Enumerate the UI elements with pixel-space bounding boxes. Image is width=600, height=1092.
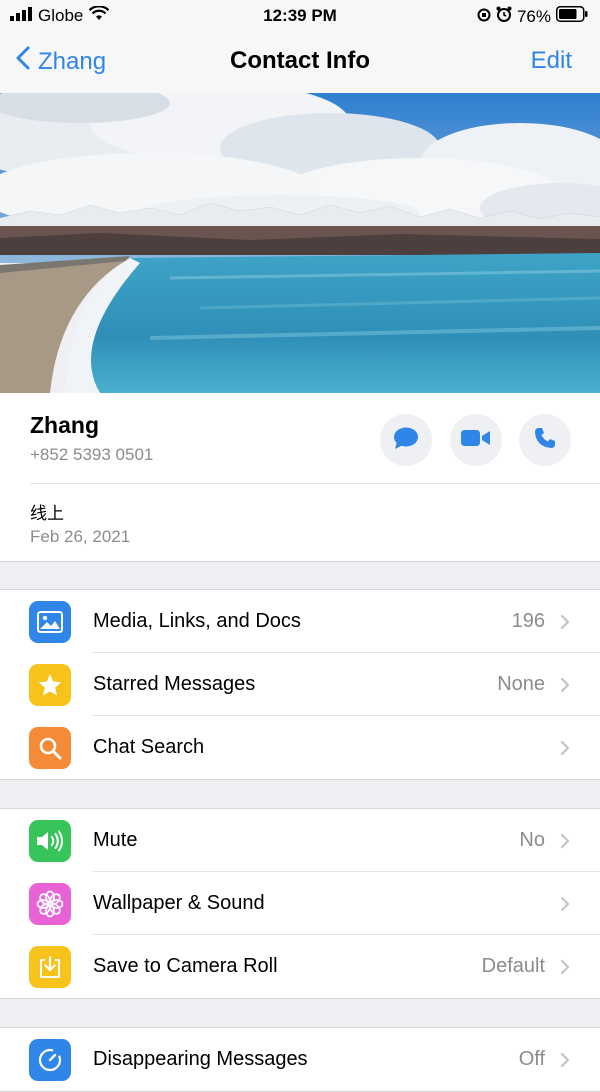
settings-group-privacy: Disappearing Messages Off [0, 1027, 600, 1092]
phone-icon [533, 426, 557, 455]
settings-group-media: Media, Links, and Docs 196 Starred Messa… [0, 589, 600, 780]
star-icon [29, 664, 71, 706]
battery-icon [556, 6, 588, 27]
disappearing-messages-row[interactable]: Disappearing Messages Off [0, 1028, 600, 1091]
row-value: Default [481, 955, 545, 977]
contact-phone[interactable]: +852 5393 0501 [30, 445, 153, 465]
rotation-lock-icon [477, 7, 491, 27]
row-label: Save to Camera Roll [93, 955, 278, 977]
profile-photo[interactable] [0, 93, 600, 393]
chevron-right-icon [560, 833, 570, 854]
chevron-right-icon [560, 740, 570, 761]
chevron-right-icon [560, 677, 570, 698]
row-label: Starred Messages [93, 673, 256, 695]
chevron-right-icon [560, 959, 570, 980]
download-icon [29, 946, 71, 988]
contact-name: Zhang [30, 412, 99, 438]
photo-icon [29, 601, 71, 643]
mute-row[interactable]: Mute No [0, 809, 600, 872]
edit-button[interactable]: Edit [531, 47, 572, 75]
row-label: Mute [93, 829, 138, 851]
divider [30, 483, 600, 484]
status-bar: Globe 12:39 PM 76% [0, 0, 600, 32]
contact-about: 线上 [30, 504, 64, 523]
alarm-icon [496, 6, 512, 27]
row-value: Off [518, 1048, 545, 1070]
landscape-image [0, 93, 600, 393]
voice-call-button[interactable] [519, 414, 571, 466]
contact-card: Zhang +852 5393 0501 线上 Feb 26, 2021 [0, 393, 600, 562]
chevron-right-icon [560, 896, 570, 917]
message-button[interactable] [380, 414, 432, 466]
battery-percent: 76% [516, 6, 551, 26]
row-label: Disappearing Messages [93, 1048, 308, 1070]
video-call-button[interactable] [450, 414, 502, 466]
starred-messages-row[interactable]: Starred Messages None [0, 653, 600, 716]
save-to-camera-roll-row[interactable]: Save to Camera Roll Default [0, 935, 600, 998]
message-icon [393, 426, 419, 455]
speaker-icon [29, 820, 71, 862]
flower-icon [29, 883, 71, 925]
row-label: Media, Links, and Docs [93, 610, 301, 632]
chevron-right-icon [560, 614, 570, 635]
chat-search-row[interactable]: Chat Search [0, 716, 600, 779]
row-label: Wallpaper & Sound [93, 892, 265, 914]
navigation-bar: Zhang Contact Info Edit [0, 32, 600, 94]
video-camera-icon [461, 428, 491, 453]
settings-group-notifications: Mute No Wallpaper & Sound Save to Camera… [0, 808, 600, 999]
row-value: No [519, 829, 545, 851]
row-label: Chat Search [93, 736, 205, 758]
about-date: Feb 26, 2021 [30, 527, 131, 546]
row-value: None [497, 673, 545, 695]
chevron-right-icon [560, 1052, 570, 1073]
row-value: 196 [511, 610, 545, 632]
timer-icon [29, 1039, 71, 1081]
page-title: Contact Info [230, 47, 370, 74]
search-icon [29, 727, 71, 769]
wallpaper-sound-row[interactable]: Wallpaper & Sound [0, 872, 600, 935]
status-right: 76% [477, 6, 588, 27]
media-links-docs-row[interactable]: Media, Links, and Docs 196 [0, 590, 600, 653]
